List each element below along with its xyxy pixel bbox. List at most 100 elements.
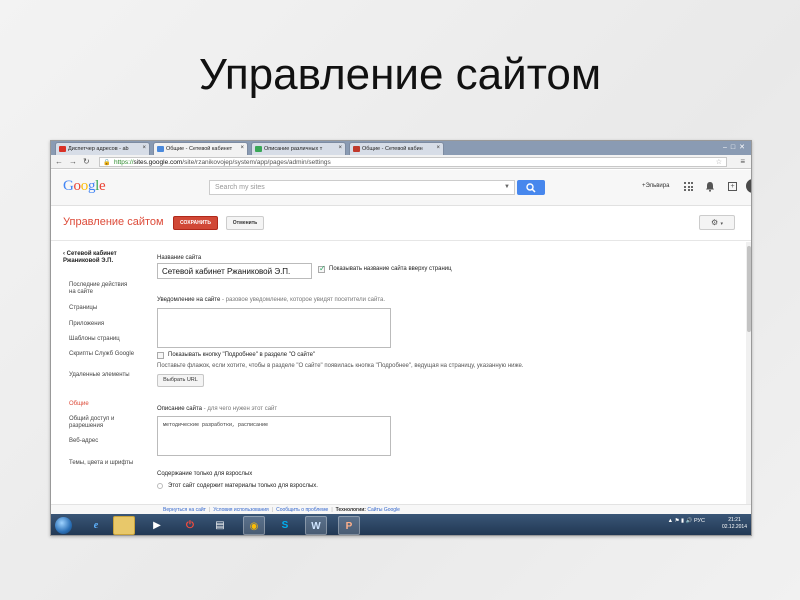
adult-content-option-label: Этот сайт содержит материалы только для …	[168, 483, 318, 489]
start-button[interactable]	[55, 517, 72, 534]
chevron-down-icon: ▾	[720, 221, 723, 227]
sidebar-item-themes[interactable]: Темы, цвета и шрифты	[69, 460, 135, 467]
gmail-icon	[59, 146, 66, 152]
flag-icon[interactable]: ⚑	[675, 518, 680, 524]
close-icon[interactable]: ×	[240, 145, 244, 151]
search-icon	[526, 183, 536, 193]
sidebar-item-templates[interactable]: Шаблоны страниц	[69, 336, 135, 343]
footer-back-link[interactable]: Вернуться на сайт	[163, 507, 206, 513]
sites-icon	[157, 146, 164, 152]
system-tray[interactable]: ▲ ⚑ ▮ 🔊 РУС	[668, 518, 705, 524]
tab-label: Общие - Сетевой кабин	[362, 146, 423, 152]
sidebar-back-label: Сетевой кабинет Ржаниковой Э.П.	[63, 251, 117, 264]
clock-date: 02.12.2014	[721, 524, 747, 530]
description-textarea[interactable]: методические разработки, расписание	[157, 416, 391, 456]
windows-taskbar: e ▶ ⏻ ▤ ◉ S W P ▲ ⚑ ▮ 🔊 РУС 21:21 02.12.…	[51, 514, 751, 535]
tab-description[interactable]: Описание различных т ×	[251, 142, 346, 155]
media-player-icon[interactable]: ▶	[146, 516, 168, 535]
show-hidden-icons-icon[interactable]: ▲	[668, 518, 673, 524]
show-name-checkbox[interactable]	[318, 264, 326, 273]
adult-content-label: Содержание только для взрослых	[157, 471, 253, 477]
scrollbar-thumb[interactable]	[747, 246, 751, 332]
share-plus-icon[interactable]: +	[728, 182, 737, 191]
lock-icon: 🔒	[103, 160, 111, 166]
window-controls[interactable]: –□✕	[723, 143, 749, 151]
folder-icon[interactable]	[113, 516, 135, 535]
notice-textarea[interactable]	[157, 308, 391, 348]
back-arrow-icon[interactable]: ←	[55, 157, 63, 166]
url-field[interactable]: 🔒 https://sites.google.com/site/rzanikov…	[99, 157, 727, 167]
about-more-label: Показывать кнопку "Подробнее" в разделе …	[168, 352, 316, 358]
url-scheme: https://	[114, 159, 134, 166]
footer-tech-link[interactable]: Сайты Google	[367, 507, 400, 513]
search-placeholder: Search my sites	[215, 184, 265, 191]
page-scrollbar[interactable]	[746, 242, 751, 504]
footer-terms-link[interactable]: Условия использования	[213, 507, 269, 513]
page-title: Управление сайтом	[63, 216, 164, 228]
avatar[interactable]	[746, 179, 751, 193]
sidebar-back-to-site[interactable]: ‹ Сетевой кабинет Ржаниковой Э.П.	[63, 251, 143, 265]
search-button[interactable]	[517, 180, 545, 195]
sidebar-item-sharing[interactable]: Общий доступ и разрешения	[69, 416, 135, 430]
page-footer: Вернуться на сайт | Условия использования |…	[51, 504, 751, 514]
description-label-text: Описание сайта	[157, 406, 202, 412]
page-header: Управление сайтом СОХРАНИТЬ Отменить ⚙ ▾	[51, 207, 751, 241]
skype-icon[interactable]: S	[274, 516, 296, 535]
gear-icon: ⚙	[711, 218, 719, 227]
cancel-button[interactable]: Отменить	[226, 216, 264, 230]
sidebar-item-web-address[interactable]: Веб-адрес	[69, 438, 135, 445]
network-icon[interactable]: ▮	[681, 518, 684, 524]
word-icon[interactable]: W	[305, 516, 327, 535]
dropdown-arrow-icon[interactable]: ▼	[504, 184, 510, 190]
sidebar-item-apps[interactable]: Приложения	[69, 321, 135, 328]
sites-icon	[353, 146, 360, 152]
sidebar-item-deleted[interactable]: Удаленные элементы	[69, 372, 135, 379]
about-more-hint: Поставьте флажок, если хотите, чтобы в р…	[157, 363, 524, 369]
about-more-checkbox[interactable]	[157, 352, 164, 359]
google-logo[interactable]: Google	[63, 178, 106, 195]
adult-content-checkbox[interactable]	[157, 483, 163, 489]
powerpoint-icon[interactable]: P	[338, 516, 360, 535]
browser-menu-icon[interactable]: ≡	[740, 157, 745, 166]
tab-strip: Диспетчер адресов - ab × Общие - Сетевой…	[51, 141, 751, 155]
reload-icon[interactable]: ↻	[83, 157, 90, 166]
ie-icon[interactable]: e	[85, 516, 107, 535]
clock[interactable]: 21:21 02.12.2014	[722, 517, 747, 531]
chevron-left-icon: ‹	[63, 251, 65, 257]
notice-label: Уведомление на сайте - разовое уведомлен…	[157, 297, 385, 303]
footer-report-link[interactable]: Сообщить о проблеме	[276, 507, 328, 513]
power-icon[interactable]: ⏻	[179, 516, 201, 535]
tab-general-2[interactable]: Общие - Сетевой кабин ×	[349, 142, 444, 155]
volume-icon[interactable]: 🔊	[686, 518, 693, 524]
close-icon[interactable]: ×	[338, 145, 342, 151]
tab-general-active[interactable]: Общие - Сетевой кабинет ×	[153, 142, 248, 155]
sidebar-item-recent-activity[interactable]: Последние действия на сайте	[69, 282, 135, 296]
description-label: Описание сайта - для чего нужен этот сай…	[157, 406, 277, 412]
site-name-input[interactable]: Сетевой кабинет Ржаниковой Э.П.	[157, 263, 312, 279]
sidebar-item-pages[interactable]: Страницы	[69, 305, 135, 312]
user-name-link[interactable]: +Эльвира	[642, 183, 669, 189]
settings-menu-button[interactable]: ⚙ ▾	[699, 215, 735, 230]
tab-address-manager[interactable]: Диспетчер адресов - ab ×	[55, 142, 150, 155]
save-button[interactable]: СОХРАНИТЬ	[173, 216, 218, 230]
sidebar-item-scripts[interactable]: Скрипты Служб Google	[69, 351, 135, 358]
tab-label: Диспетчер адресов - ab	[68, 146, 129, 152]
chrome-icon[interactable]: ◉	[243, 516, 265, 535]
tab-label: Описание различных т	[264, 146, 323, 152]
close-icon[interactable]: ×	[142, 145, 146, 151]
language-indicator[interactable]: РУС	[694, 518, 705, 524]
forward-arrow-icon[interactable]: →	[69, 157, 77, 166]
browser-screenshot: Диспетчер адресов - ab × Общие - Сетевой…	[50, 140, 752, 536]
sidebar: ‹ Сетевой кабинет Ржаниковой Э.П. Послед…	[51, 242, 149, 504]
close-icon[interactable]: ×	[436, 145, 440, 151]
apps-grid-icon[interactable]	[684, 182, 693, 191]
sidebar-item-general[interactable]: Общие	[69, 401, 135, 408]
slide-title: Управление сайтом	[198, 50, 602, 99]
search-input[interactable]: Search my sites ▼	[209, 180, 515, 195]
footer-tech-label: Технологии:	[335, 507, 366, 513]
document-icon[interactable]: ▤	[209, 516, 231, 535]
url-host: sites.google.com	[133, 159, 183, 166]
bookmark-star-icon[interactable]: ☆	[716, 158, 722, 166]
select-url-button[interactable]: Выбрать URL	[157, 374, 204, 387]
bell-icon[interactable]	[705, 181, 715, 192]
